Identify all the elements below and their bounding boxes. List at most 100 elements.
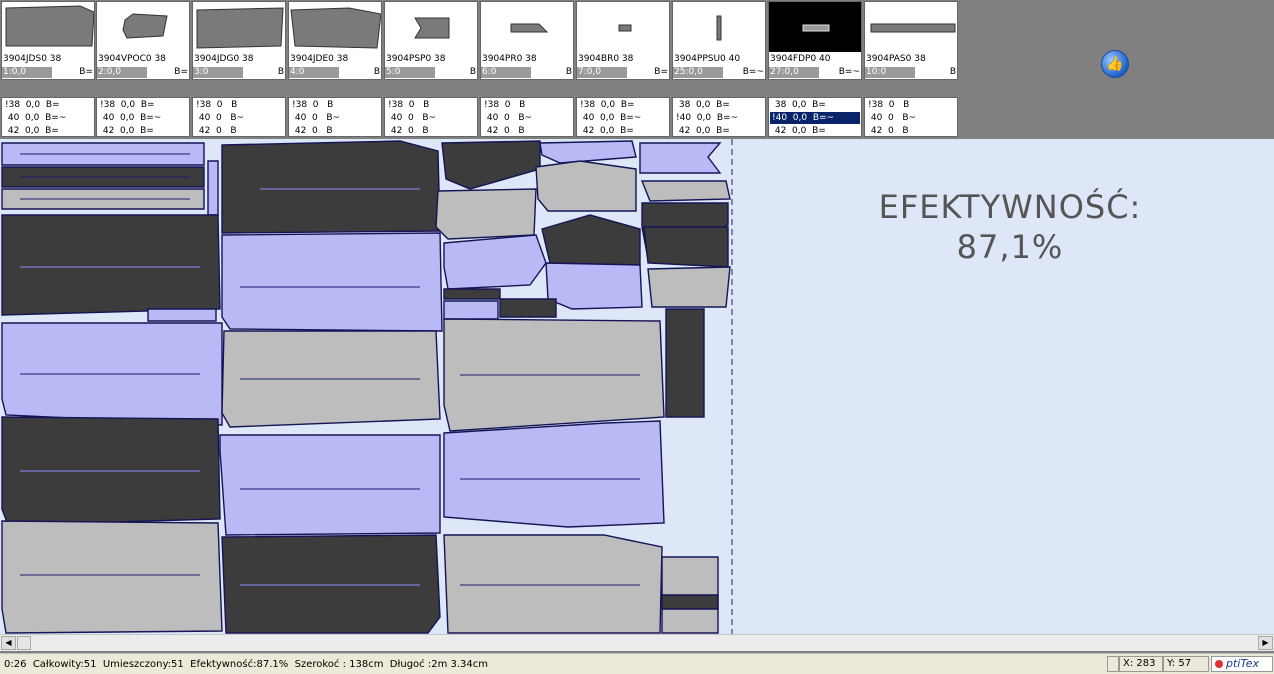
- size-row[interactable]: !38 0 B: [866, 99, 956, 111]
- pattern-piece[interactable]: [443, 288, 501, 300]
- size-row[interactable]: !38 0,0 B=: [578, 99, 668, 111]
- size-row[interactable]: !38 0,0 B=: [98, 99, 188, 111]
- size-row[interactable]: 42 0 B: [866, 125, 956, 137]
- piece-flag: B: [277, 67, 284, 77]
- arrow-right-icon[interactable]: ▶: [1258, 636, 1273, 650]
- arrow-left-icon[interactable]: ◀: [1, 636, 16, 650]
- size-row[interactable]: !38 0 B: [194, 99, 284, 111]
- size-table[interactable]: 38 0,0 B= !40 0,0 B=~ 42 0,0 B=: [768, 97, 862, 137]
- size-row[interactable]: 38 0,0 B=: [674, 99, 764, 111]
- pattern-piece[interactable]: [219, 434, 441, 536]
- piece-card[interactable]: 3904PSP0 38 5:0 B: [384, 1, 478, 80]
- piece-card[interactable]: 3904VPOC0 38 2:0,0 B=: [96, 1, 190, 80]
- pattern-piece[interactable]: [441, 140, 541, 190]
- piece-flag: B: [949, 67, 956, 77]
- piece-card[interactable]: 3904PPSU0 40 25:0,0 B=~: [672, 1, 766, 80]
- pattern-piece[interactable]: [443, 234, 547, 290]
- horizontal-scrollbar[interactable]: ◀ ▶: [0, 634, 1274, 651]
- pattern-piece[interactable]: [147, 308, 217, 322]
- piece-thumbnail: [481, 2, 573, 52]
- size-table[interactable]: !38 0 B 40 0 B~ 42 0 B: [864, 97, 958, 137]
- pattern-piece[interactable]: [221, 232, 443, 332]
- size-row[interactable]: !38 0 B: [290, 99, 380, 111]
- size-row[interactable]: !38 0 B: [482, 99, 572, 111]
- pattern-piece[interactable]: [443, 534, 663, 634]
- pattern-piece[interactable]: [647, 266, 731, 308]
- piece-toolbar: 3904JDS0 38 1:0,0 B= 3904VPOC0 38 2:0,0 B= 390…: [0, 0, 1274, 138]
- piece-shape-icon: [122, 13, 168, 39]
- size-table[interactable]: !38 0 B 40 0 B~ 42 0 B: [288, 97, 382, 137]
- pattern-piece[interactable]: [535, 160, 637, 212]
- size-row[interactable]: !38 0,0 B=: [3, 99, 93, 111]
- piece-card[interactable]: 3904FDP0 40 27:0,0 B=~: [768, 1, 862, 80]
- size-row[interactable]: 38 0,0 B=: [770, 99, 860, 111]
- size-row[interactable]: !40 0,0 B=~: [674, 112, 764, 124]
- size-table[interactable]: !38 0,0 B= 40 0,0 B=~ 42 0,0 B=: [96, 97, 190, 137]
- pattern-piece[interactable]: [207, 160, 219, 216]
- pattern-piece[interactable]: [545, 262, 643, 310]
- size-row[interactable]: 40 0 B~: [866, 112, 956, 124]
- pattern-piece[interactable]: [640, 180, 731, 202]
- pattern-piece[interactable]: [443, 420, 665, 528]
- piece-thumbnail: [673, 2, 765, 52]
- status-bar: 0:26 Całkowity:51 Umieszczony:51 Efektyw…: [0, 653, 1274, 674]
- pattern-piece[interactable]: [499, 298, 557, 318]
- size-table[interactable]: !38 0 B 40 0 B~ 42 0 B: [192, 97, 286, 137]
- piece-name: 3904JDG0 38: [194, 54, 254, 64]
- size-row[interactable]: !40 0,0 B=~: [770, 112, 860, 124]
- pattern-piece[interactable]: [665, 308, 705, 418]
- pattern-piece[interactable]: [541, 214, 641, 266]
- piece-card[interactable]: 3904BR0 38 7:0,0 B=: [576, 1, 670, 80]
- size-table[interactable]: !38 0 B 40 0 B~ 42 0 B: [384, 97, 478, 137]
- piece-card[interactable]: 3904JDE0 38 4:0 B: [288, 1, 382, 80]
- size-row[interactable]: !38 0 B: [386, 99, 476, 111]
- piece-name: 3904JDE0 38: [290, 54, 349, 64]
- size-row[interactable]: 42 0,0 B=: [3, 125, 93, 137]
- size-row[interactable]: 42 0,0 B=: [674, 125, 764, 137]
- size-row[interactable]: 42 0 B: [386, 125, 476, 137]
- size-row[interactable]: 40 0 B~: [194, 112, 284, 124]
- piece-card[interactable]: 3904JDG0 38 3:0 B: [192, 1, 286, 80]
- size-row[interactable]: 42 0,0 B=: [578, 125, 668, 137]
- pattern-piece[interactable]: [1, 214, 221, 316]
- piece-thumbnail: [577, 2, 669, 52]
- size-row[interactable]: 42 0 B: [290, 125, 380, 137]
- piece-thumbnail: [289, 2, 381, 52]
- size-table[interactable]: 38 0,0 B= !40 0,0 B=~ 42 0,0 B=: [672, 97, 766, 137]
- size-row[interactable]: 40 0,0 B=~: [98, 112, 188, 124]
- pattern-piece[interactable]: [443, 300, 499, 320]
- size-row[interactable]: 42 0 B: [482, 125, 572, 137]
- pattern-piece[interactable]: [639, 142, 722, 174]
- piece-value: 7:0,0: [577, 67, 627, 78]
- scroll-thumb[interactable]: [17, 636, 31, 650]
- pattern-piece[interactable]: [643, 226, 729, 268]
- size-row[interactable]: 42 0,0 B=: [770, 125, 860, 137]
- piece-card[interactable]: 3904JDS0 38 1:0,0 B=: [1, 1, 95, 80]
- size-row[interactable]: 40 0,0 B=~: [3, 112, 93, 124]
- size-row[interactable]: 42 0,0 B=: [98, 125, 188, 137]
- piece-card[interactable]: 3904PAS0 38 10:0 B: [864, 1, 958, 80]
- size-row[interactable]: 40 0,0 B=~: [578, 112, 668, 124]
- pattern-piece[interactable]: [221, 140, 441, 234]
- size-table[interactable]: !38 0,0 B= 40 0,0 B=~ 42 0,0 B=: [576, 97, 670, 137]
- pattern-piece[interactable]: [221, 534, 441, 634]
- size-row[interactable]: 40 0 B~: [386, 112, 476, 124]
- marker-canvas[interactable]: EFEKTYWNOŚĆ: 87,1%: [0, 139, 1274, 634]
- size-table[interactable]: !38 0 B 40 0 B~ 42 0 B: [480, 97, 574, 137]
- size-table[interactable]: !38 0,0 B= 40 0,0 B=~ 42 0,0 B=: [1, 97, 95, 137]
- size-row[interactable]: 42 0 B: [194, 125, 284, 137]
- pattern-piece[interactable]: [435, 188, 537, 240]
- size-row[interactable]: 40 0 B~: [482, 112, 572, 124]
- thumbs-up-icon[interactable]: 👍: [1101, 50, 1129, 78]
- optitex-logo: ptiTex: [1211, 656, 1273, 672]
- piece-name: 3904PPSU0 40: [674, 54, 741, 64]
- pattern-piece[interactable]: [1, 520, 223, 634]
- pattern-piece[interactable]: [539, 140, 637, 164]
- pattern-piece[interactable]: [661, 594, 719, 610]
- piece-thumbnail: [385, 2, 477, 52]
- piece-card[interactable]: 3904PR0 38 6:0 B: [480, 1, 574, 80]
- size-row[interactable]: 40 0 B~: [290, 112, 380, 124]
- piece-thumbnail: [97, 2, 189, 52]
- x-coordinate: X: 283: [1119, 656, 1163, 672]
- piece-shape-icon: [5, 5, 94, 47]
